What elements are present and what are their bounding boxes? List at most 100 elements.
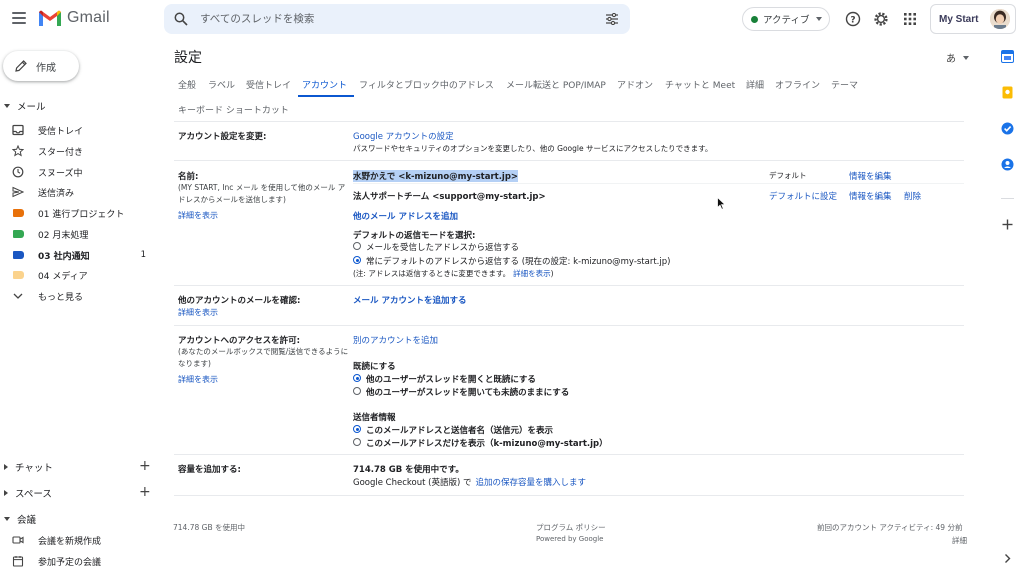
nav-label: 03 社内通知 [38,251,90,262]
grant-access-sub: (あなたのメールボックスで閲覧/送信できるようになります) [178,347,349,368]
program-policy-link[interactable]: プログラム ポリシー [536,522,606,533]
meet-section-label: 会議 [17,515,37,526]
activity-details-link[interactable]: 詳細 [952,535,967,546]
google-account-settings-link[interactable]: Google アカウントの設定 [353,130,454,142]
name-sub: (MY START, Inc メール を使用して他のメール アドレスからメールを… [178,183,346,204]
spaces-section-header[interactable]: スペース [4,486,52,500]
note-detail-link[interactable]: 詳細を表示 [513,269,551,278]
row-divider [174,160,964,161]
clock-icon [12,166,24,178]
expand-icon [4,490,8,496]
settings-gear-icon[interactable] [873,11,889,27]
avatar[interactable] [990,9,1010,29]
keep-unread-radio[interactable] [353,387,361,395]
keep-app-icon[interactable] [1001,86,1014,99]
checkout-text: Google Checkout (英語版) で [353,478,472,488]
tab-inbox[interactable]: 受信トレイ [246,78,291,91]
apps-grid-icon[interactable] [902,11,918,27]
nav-label: 01 進行プロジェクト [38,209,125,220]
nav-item-label-03[interactable]: 03 社内通知 1 [12,246,152,264]
mouse-cursor-icon [717,197,726,210]
active-tab-indicator [298,95,354,97]
show-address-and-sender-radio[interactable] [353,425,361,433]
mark-as-read-label: 既読にする [353,362,396,372]
tab-labels[interactable]: ラベル [208,78,235,91]
tab-filters[interactable]: フィルタとブロック中のアドレス [359,78,494,91]
nav-label: 送信済み [38,188,75,199]
read-opt1-label: 他のユーザーがスレッドを開くと既読にする [366,375,536,385]
chevron-down-icon [963,55,969,60]
mail-section-header[interactable]: メール [4,99,46,113]
search-input[interactable] [200,10,580,28]
sender-opt2-label: このメールアドレスだけを表示（k-mizuno@my-start.jp） [366,439,608,449]
nav-item-new-meeting[interactable]: 会議を新規作成 [12,531,152,549]
account-switcher[interactable]: My Start [930,4,1016,34]
side-panel [990,38,1024,574]
tab-forwarding[interactable]: メール転送と POP/IMAP [506,78,606,91]
tab-addons[interactable]: アドオン [617,78,653,91]
tasks-app-icon[interactable] [1001,122,1014,135]
main-menu-icon[interactable] [12,12,26,24]
show-address-only-radio[interactable] [353,438,361,446]
add-mail-account-link[interactable]: メール アカウントを追加する [353,294,466,306]
row-divider [174,285,964,286]
input-tools-button[interactable]: あ [946,50,969,65]
reply-from-default-radio[interactable] [353,256,361,264]
note-end: ) [550,269,554,278]
tab-keyboard-shortcuts[interactable]: キーボード ショートカット [178,103,289,116]
nav-item-label-01[interactable]: 01 進行プロジェクト [12,204,152,222]
contacts-app-icon[interactable] [1001,158,1014,171]
gmail-logo[interactable]: Gmail [38,9,110,27]
name-detail-link[interactable]: 詳細を表示 [178,210,218,221]
check-mail-detail-link[interactable]: 詳細を表示 [178,307,218,318]
meet-section-header[interactable]: 会議 [4,512,36,526]
get-addons-plus-icon[interactable] [1001,218,1014,231]
tab-advanced[interactable]: 詳細 [746,78,764,91]
buy-storage-link[interactable]: 追加の保存容量を購入します [475,478,586,488]
chevron-right-icon[interactable] [1001,552,1014,565]
add-space-icon[interactable]: + [139,485,151,499]
add-another-account-link[interactable]: 別のアカウントを追加 [353,334,438,346]
sender-opt1-label: このメールアドレスと送信者名（送信元）を表示 [366,426,554,436]
nav-item-inbox[interactable]: 受信トレイ [12,121,152,139]
tab-themes[interactable]: テーマ [831,78,858,91]
tab-general[interactable]: 全般 [178,78,196,91]
last-activity: 前回のアカウント アクティビティ: 49 分前 [817,523,963,532]
storage-label: 容量を追加する: [178,465,241,475]
nav-item-upcoming-meetings[interactable]: 参加予定の会議 [12,552,152,570]
mark-read-radio[interactable] [353,374,361,382]
status-dropdown[interactable]: アクティブ [742,7,830,31]
reply-from-received-radio[interactable] [353,242,361,250]
note-text: (注: アドレスは返信するときに変更できます。 [353,269,511,278]
nav-item-label-04[interactable]: 04 メディア [12,266,152,284]
edit-info-link-1[interactable]: 情報を編集 [849,170,892,182]
reply-opt1-label: メールを受信したアドレスから返信する [366,243,520,253]
search-bar[interactable] [164,4,630,34]
tab-accounts[interactable]: アカウント [302,78,347,91]
nav-item-more[interactable]: もっと見る [12,287,152,305]
svg-text:?: ? [850,16,855,26]
nav-item-label-02[interactable]: 02 月末処理 [12,225,152,243]
reply-opt2-label: 常にデフォルトのアドレスから返信する (現在の設定: k-mizuno@my-s… [366,257,671,267]
video-camera-icon [12,536,24,544]
nav-item-starred[interactable]: スター付き [12,142,152,160]
tab-offline[interactable]: オフライン [775,78,820,91]
user-avatar-icon [990,9,1010,29]
edit-info-link-2[interactable]: 情報を編集 [849,190,892,202]
grant-detail-link[interactable]: 詳細を表示 [178,374,218,385]
nav-item-sent[interactable]: 送信済み [12,183,152,201]
delete-address-link[interactable]: 削除 [904,190,921,202]
nav-label: 04 メディア [38,271,88,282]
search-icon[interactable] [174,12,188,26]
add-chat-icon[interactable]: + [139,459,151,473]
calendar-app-icon[interactable] [1001,50,1014,63]
tab-chat-meet[interactable]: チャットと Meet [665,78,735,91]
compose-button[interactable]: 作成 [3,51,79,81]
nav-item-snoozed[interactable]: スヌーズ中 [12,163,152,181]
add-email-address-link[interactable]: 他のメール アドレスを追加 [353,210,458,222]
chat-section-header[interactable]: チャット [4,460,53,474]
make-default-link[interactable]: デフォルトに設定 [769,190,837,202]
grant-access-label: アカウントへのアクセスを許可: [178,336,300,346]
search-options-icon[interactable] [606,13,618,25]
help-icon[interactable]: ? [845,11,861,27]
